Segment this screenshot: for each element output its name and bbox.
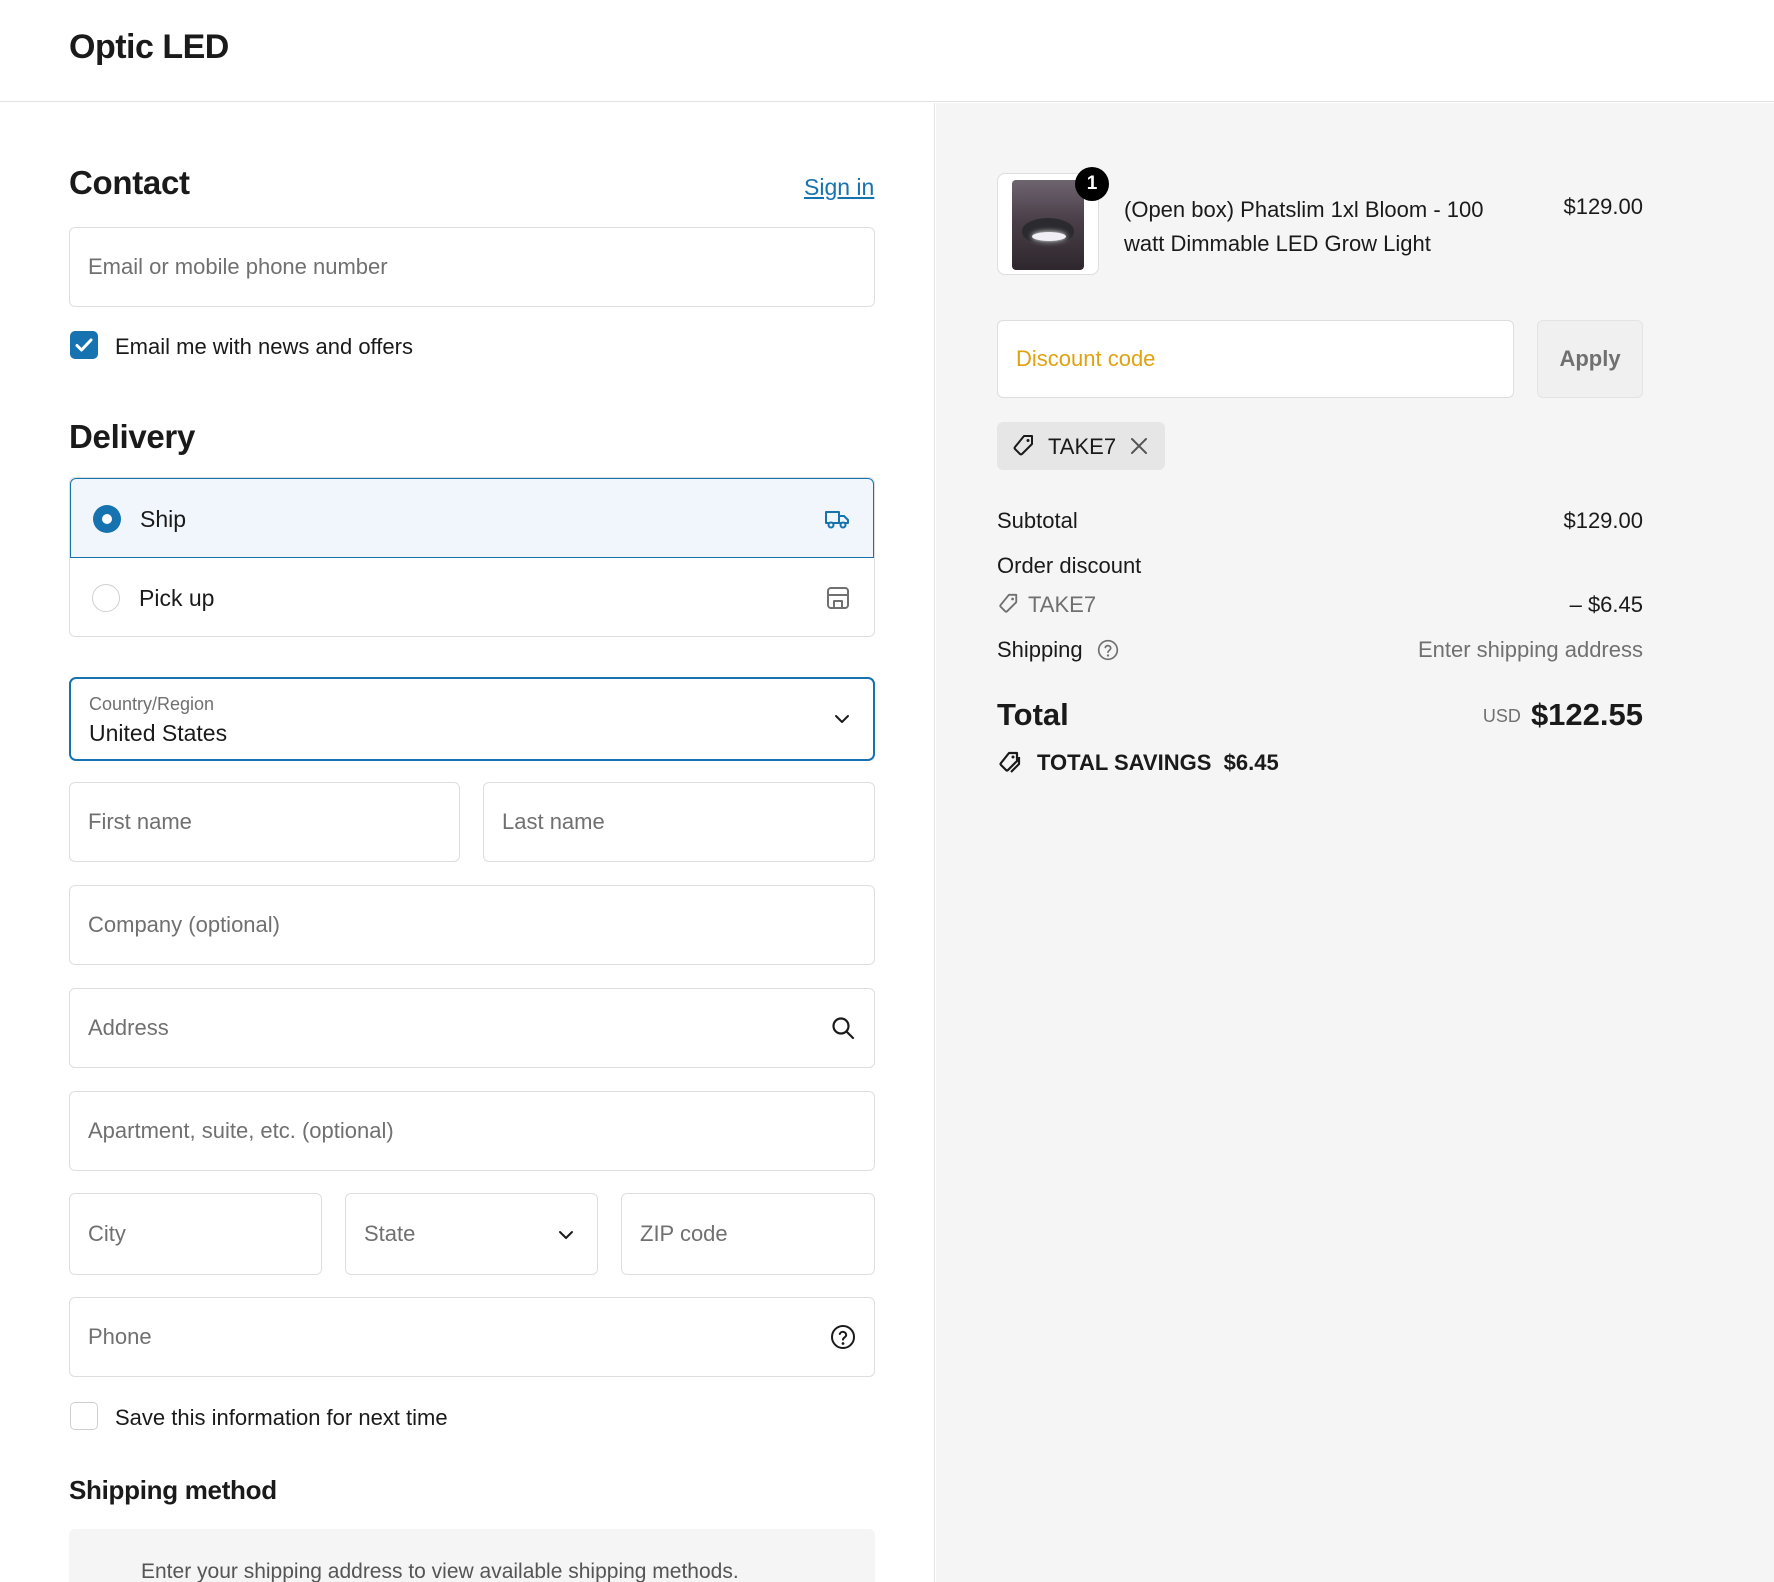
total-savings: TOTAL SAVINGS $6.45 [1037,750,1279,776]
discount-code-field[interactable]: Discount code [997,320,1514,398]
contact-heading: Contact [69,164,190,201]
apartment-field[interactable]: Apartment, suite, etc. (optional) [69,1091,875,1171]
state-select[interactable]: State [345,1193,598,1275]
first-name-placeholder: First name [88,809,192,834]
discount-code-placeholder: Discount code [1016,346,1156,371]
delivery-heading: Delivery [69,418,196,455]
pickup-radio[interactable] [92,584,120,612]
delivery-option-pickup[interactable]: Pick up [70,558,874,636]
last-name-field[interactable]: Last name [483,782,875,862]
zip-placeholder: ZIP code [640,1221,728,1246]
company-placeholder: Company (optional) [88,912,280,937]
apartment-placeholder: Apartment, suite, etc. (optional) [88,1118,394,1143]
subtotal-label: Subtotal [997,508,1078,533]
city-field[interactable]: City [69,1193,322,1275]
shipping-label: Shipping [997,637,1083,662]
order-discount-label: Order discount [997,553,1142,578]
country-select[interactable]: Country/Region United States [69,677,875,761]
address-field[interactable]: Address [69,988,875,1068]
save-info-label: Save this information for next time [115,1405,448,1430]
tag-icon [1013,435,1033,456]
first-name-field[interactable]: First name [69,782,460,862]
product-image [1012,180,1084,270]
total-label: Total [997,697,1069,732]
shipping-help-icon[interactable] [1097,639,1119,661]
email-placeholder: Email or mobile phone number [88,254,388,279]
search-icon[interactable] [830,1015,856,1041]
order-discount-code: TAKE7 [1028,592,1097,617]
subtotal-value: $129.00 [1563,508,1643,533]
applied-discount-chip: TAKE7 [997,422,1165,470]
total-value: $122.55 [1530,697,1643,732]
last-name-placeholder: Last name [502,809,605,834]
product-price: $129.00 [1563,194,1643,219]
brand-logo[interactable]: Optic LED [69,28,229,67]
shipping-method-notice: Enter your shipping address to view avai… [69,1529,875,1582]
order-discount-value: – $6.45 [1569,592,1643,617]
applied-discount-code: TAKE7 [1048,434,1117,459]
city-placeholder: City [88,1221,126,1246]
total-currency: USD [1482,706,1521,726]
apply-button[interactable]: Apply [1537,320,1643,398]
save-info-checkbox[interactable] [70,1402,98,1430]
product-name: (Open box) Phatslim 1xl Bloom - 100 watt… [1124,197,1484,256]
address-placeholder: Address [88,1015,169,1040]
zip-field[interactable]: ZIP code [621,1193,875,1275]
quantity-badge: 1 [1075,167,1109,201]
country-label: Country/Region [89,694,215,714]
shipping-method-message: Enter your shipping address to view avai… [141,1560,739,1582]
phone-placeholder: Phone [88,1324,152,1349]
pickup-label: Pick up [139,585,215,611]
country-value: United States [89,720,228,746]
savings-label: TOTAL SAVINGS [1037,750,1212,775]
delivery-option-ship[interactable]: Ship [70,478,874,558]
shipping-value: Enter shipping address [1417,637,1643,662]
total-amount: USD $122.55 [1483,697,1643,733]
sign-in-link[interactable]: Sign in [804,174,874,201]
header: Optic LED [0,0,1774,102]
state-placeholder: State [364,1221,416,1246]
delivery-options: Ship Pick up [69,477,875,637]
chevron-down-icon [559,1231,573,1239]
truck-icon [825,511,849,529]
news-checkbox-label: Email me with news and offers [115,334,413,359]
news-checkbox[interactable] [70,331,98,359]
remove-discount-icon[interactable] [1128,435,1150,457]
store-icon [827,587,849,609]
chevron-down-icon [835,715,849,723]
ship-radio[interactable] [93,505,121,533]
phone-field[interactable]: Phone [69,1297,875,1377]
ship-label: Ship [140,506,187,532]
company-field[interactable]: Company (optional) [69,885,875,965]
savings-value: $6.45 [1223,750,1279,775]
check-icon [75,338,93,352]
shipping-method-heading: Shipping method [69,1475,277,1505]
tag-icon [999,593,1018,613]
email-field[interactable]: Email or mobile phone number [69,227,875,307]
help-icon[interactable] [830,1324,856,1350]
savings-tag-icon [999,751,1021,773]
